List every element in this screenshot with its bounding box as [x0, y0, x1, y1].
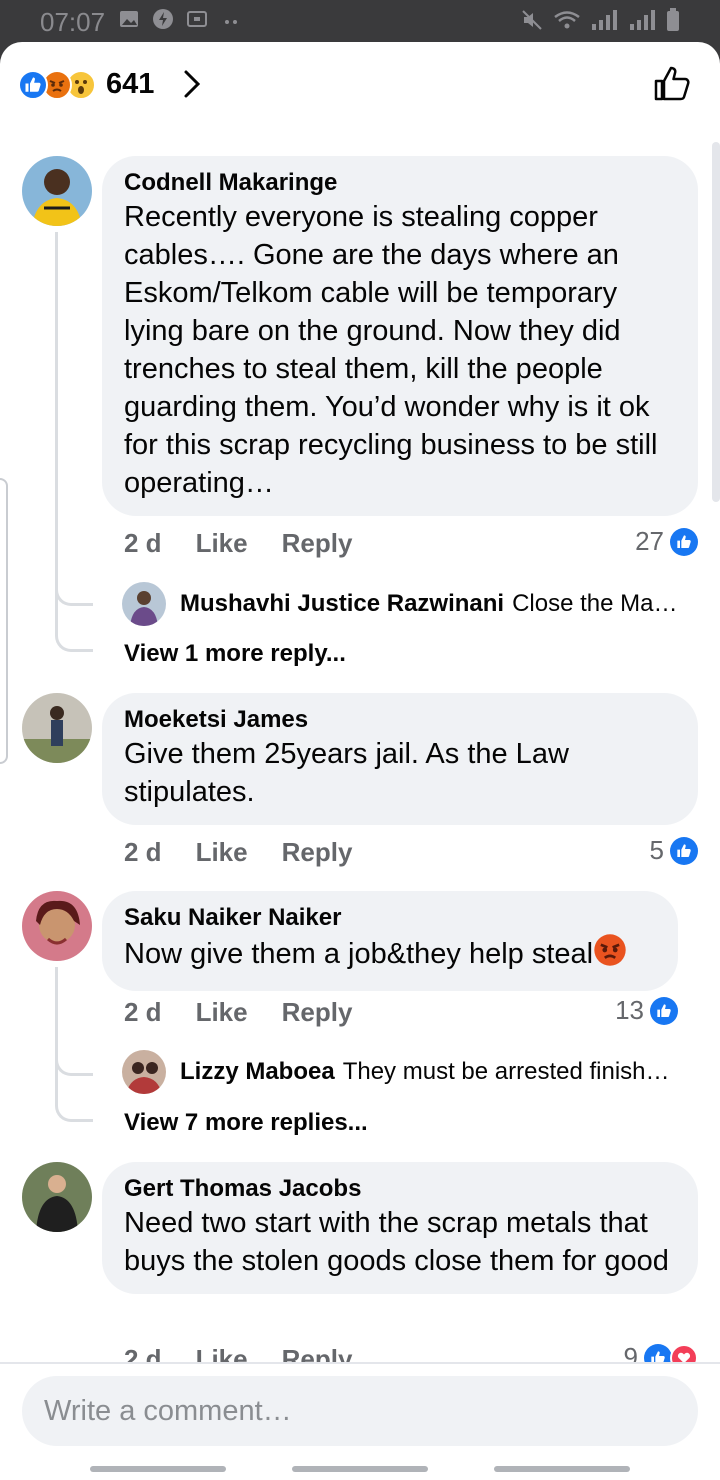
- reply-button[interactable]: Reply: [282, 837, 353, 868]
- notification-icons: [118, 8, 242, 30]
- like-icon: [670, 527, 698, 556]
- comment-text: Now give them a job&they help steal: [124, 933, 656, 977]
- avatar[interactable]: [22, 693, 92, 763]
- comment-author[interactable]: Codnell Makaringe: [124, 168, 676, 198]
- reply-preview[interactable]: Lizzy Maboea They must be arrested finis…: [122, 1050, 670, 1094]
- like-icon: [670, 836, 698, 865]
- comment-composer: [0, 1362, 720, 1480]
- reply-avatar: [122, 582, 166, 626]
- like-button[interactable]: Like: [196, 528, 248, 559]
- system-nav-bar: [0, 1458, 720, 1480]
- like-post-icon[interactable]: [652, 64, 692, 104]
- reply-preview[interactable]: Mushavhi Justice Razwinani Close the Ma…: [122, 582, 678, 626]
- like-count: 27: [635, 526, 664, 556]
- comment-like-count[interactable]: 5: [650, 835, 698, 866]
- reply-text: Close the Ma…: [512, 590, 678, 617]
- comment-bubble: Moeketsi James Give them 25years jail. A…: [102, 693, 698, 825]
- reply-author: Lizzy Maboea: [180, 1058, 335, 1085]
- like-icon: [650, 996, 678, 1025]
- comment-input[interactable]: [22, 1376, 698, 1446]
- nav-home-button[interactable]: [292, 1466, 428, 1472]
- comment-actions: 2 d Like Reply: [124, 528, 352, 559]
- mute-icon: [522, 10, 542, 30]
- comments-sheet: 641 Codnell Makaringe Recently everyone …: [0, 42, 720, 1480]
- bolt-icon: [153, 9, 173, 29]
- thread-line: [55, 232, 58, 602]
- signal-icon: [592, 10, 617, 30]
- comment-bubble: Saku Naiker Naiker Now give them a job&t…: [102, 891, 678, 991]
- view-more-replies[interactable]: View 7 more replies...: [124, 1109, 368, 1137]
- wifi-icon: [554, 11, 580, 29]
- reply-button[interactable]: Reply: [282, 528, 353, 559]
- avatar[interactable]: [22, 1162, 92, 1232]
- angry-emoji-icon: [593, 933, 627, 977]
- like-count: 13: [615, 995, 644, 1025]
- comment-time[interactable]: 2 d: [124, 528, 162, 559]
- comment-bubble: Gert Thomas Jacobs Need two start with t…: [102, 1162, 698, 1294]
- reply-button[interactable]: Reply: [282, 997, 353, 1028]
- status-time: 07:07: [40, 7, 106, 37]
- thread-branch: [55, 1072, 93, 1122]
- chevron-right-icon[interactable]: [180, 68, 204, 100]
- nav-back-button[interactable]: [494, 1466, 630, 1472]
- status-bar: 07:07: [0, 0, 720, 42]
- side-edge-handle: [0, 478, 8, 764]
- comment-text: Recently everyone is stealing copper cab…: [124, 201, 658, 499]
- comment-author[interactable]: Saku Naiker Naiker: [124, 903, 656, 933]
- comment-bubble: Codnell Makaringe Recently everyone is s…: [102, 156, 698, 516]
- comment-text: Give them 25years jail. As the Law stipu…: [124, 738, 569, 808]
- thread-branch: [55, 572, 93, 606]
- like-reaction-icon: [18, 69, 48, 100]
- comment-time[interactable]: 2 d: [124, 837, 162, 868]
- comment-time[interactable]: 2 d: [124, 997, 162, 1028]
- reaction-count: 641: [106, 68, 155, 100]
- reply-avatar: [122, 1050, 166, 1094]
- scrollbar[interactable]: [712, 142, 720, 502]
- comment-actions: 2 d Like Reply: [124, 837, 352, 868]
- like-button[interactable]: Like: [196, 837, 248, 868]
- system-icons: [520, 8, 680, 32]
- gallery-icon: [120, 11, 138, 27]
- like-button[interactable]: Like: [196, 997, 248, 1028]
- battery-icon: [667, 8, 679, 31]
- like-count: 5: [649, 835, 664, 865]
- signal-icon-2: [630, 10, 655, 30]
- view-more-replies[interactable]: View 1 more reply...: [124, 640, 346, 668]
- reaction-summary[interactable]: 641: [18, 68, 154, 101]
- comment-text: Need two start with the scrap metals tha…: [124, 1207, 669, 1277]
- thread-branch: [55, 1042, 93, 1076]
- thread-branch: [55, 602, 93, 652]
- reply-author: Mushavhi Justice Razwinani: [180, 590, 505, 617]
- reactions-header: 641: [0, 42, 720, 132]
- avatar[interactable]: [22, 156, 92, 226]
- more-dots-icon: [225, 20, 237, 24]
- nav-recent-button[interactable]: [90, 1466, 226, 1472]
- comment-like-count[interactable]: 13: [615, 995, 678, 1026]
- reply-text: They must be arrested finish…: [342, 1058, 670, 1085]
- avatar[interactable]: [22, 891, 92, 961]
- comment-like-count[interactable]: 27: [635, 526, 698, 557]
- comment-author[interactable]: Gert Thomas Jacobs: [124, 1174, 676, 1204]
- comment-actions: 2 d Like Reply: [124, 997, 352, 1028]
- comment-author[interactable]: Moeketsi James: [124, 705, 676, 735]
- comment-text-body: Now give them a job&they help steal: [124, 938, 594, 970]
- cast-icon: [187, 11, 207, 27]
